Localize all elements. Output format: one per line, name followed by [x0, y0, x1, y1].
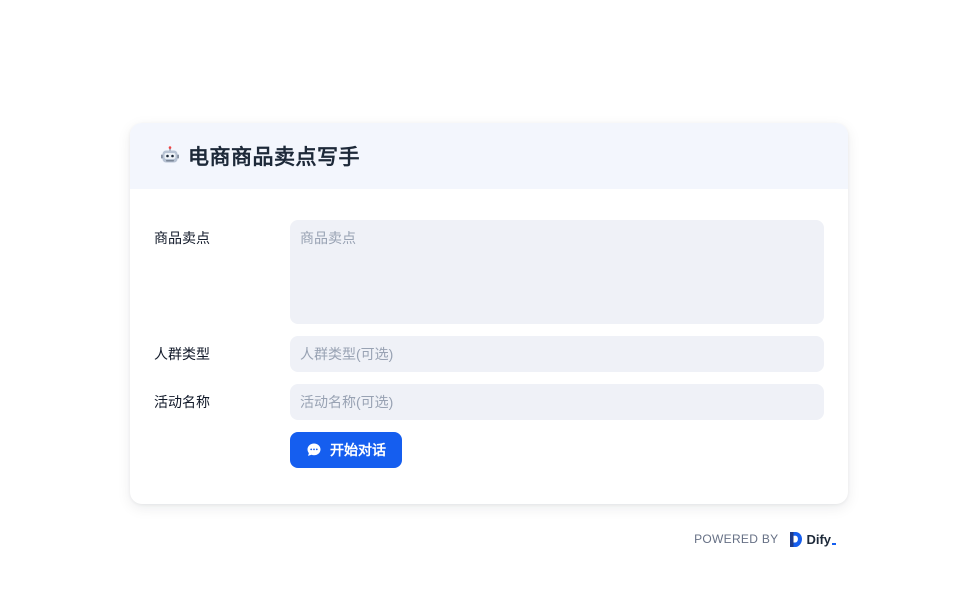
button-row: 开始对话 [154, 432, 824, 468]
field-label-selling-points: 商品卖点 [154, 230, 210, 246]
start-chat-button[interactable]: 开始对话 [290, 432, 402, 468]
form: 商品卖点 人群类型 活动名称 开始对话 [130, 189, 848, 468]
selling-points-textarea[interactable] [290, 220, 824, 324]
form-row-campaign-name: 活动名称 [154, 384, 824, 420]
field-label-campaign-name: 活动名称 [154, 394, 210, 410]
dify-brand-text: Dify [806, 531, 831, 547]
dify-logo-dot [832, 542, 836, 545]
chat-bubble-icon [306, 442, 322, 458]
field-label-audience-type: 人群类型 [154, 346, 210, 362]
audience-type-input[interactable] [290, 336, 824, 372]
app-card: 电商商品卖点写手 商品卖点 人群类型 活动名称 [130, 123, 848, 504]
robot-icon [160, 146, 180, 166]
form-row-audience-type: 人群类型 [154, 336, 824, 372]
card-header: 电商商品卖点写手 [130, 123, 848, 189]
app-title: 电商商品卖点写手 [188, 146, 360, 169]
form-row-selling-points: 商品卖点 [154, 220, 824, 324]
powered-by-text: POWERED BY [694, 532, 779, 546]
footer: POWERED BY Dify [694, 530, 836, 548]
dify-logo-icon [790, 531, 803, 547]
start-chat-label: 开始对话 [330, 442, 386, 458]
dify-logo[interactable]: Dify [790, 531, 836, 547]
campaign-name-input[interactable] [290, 384, 824, 420]
